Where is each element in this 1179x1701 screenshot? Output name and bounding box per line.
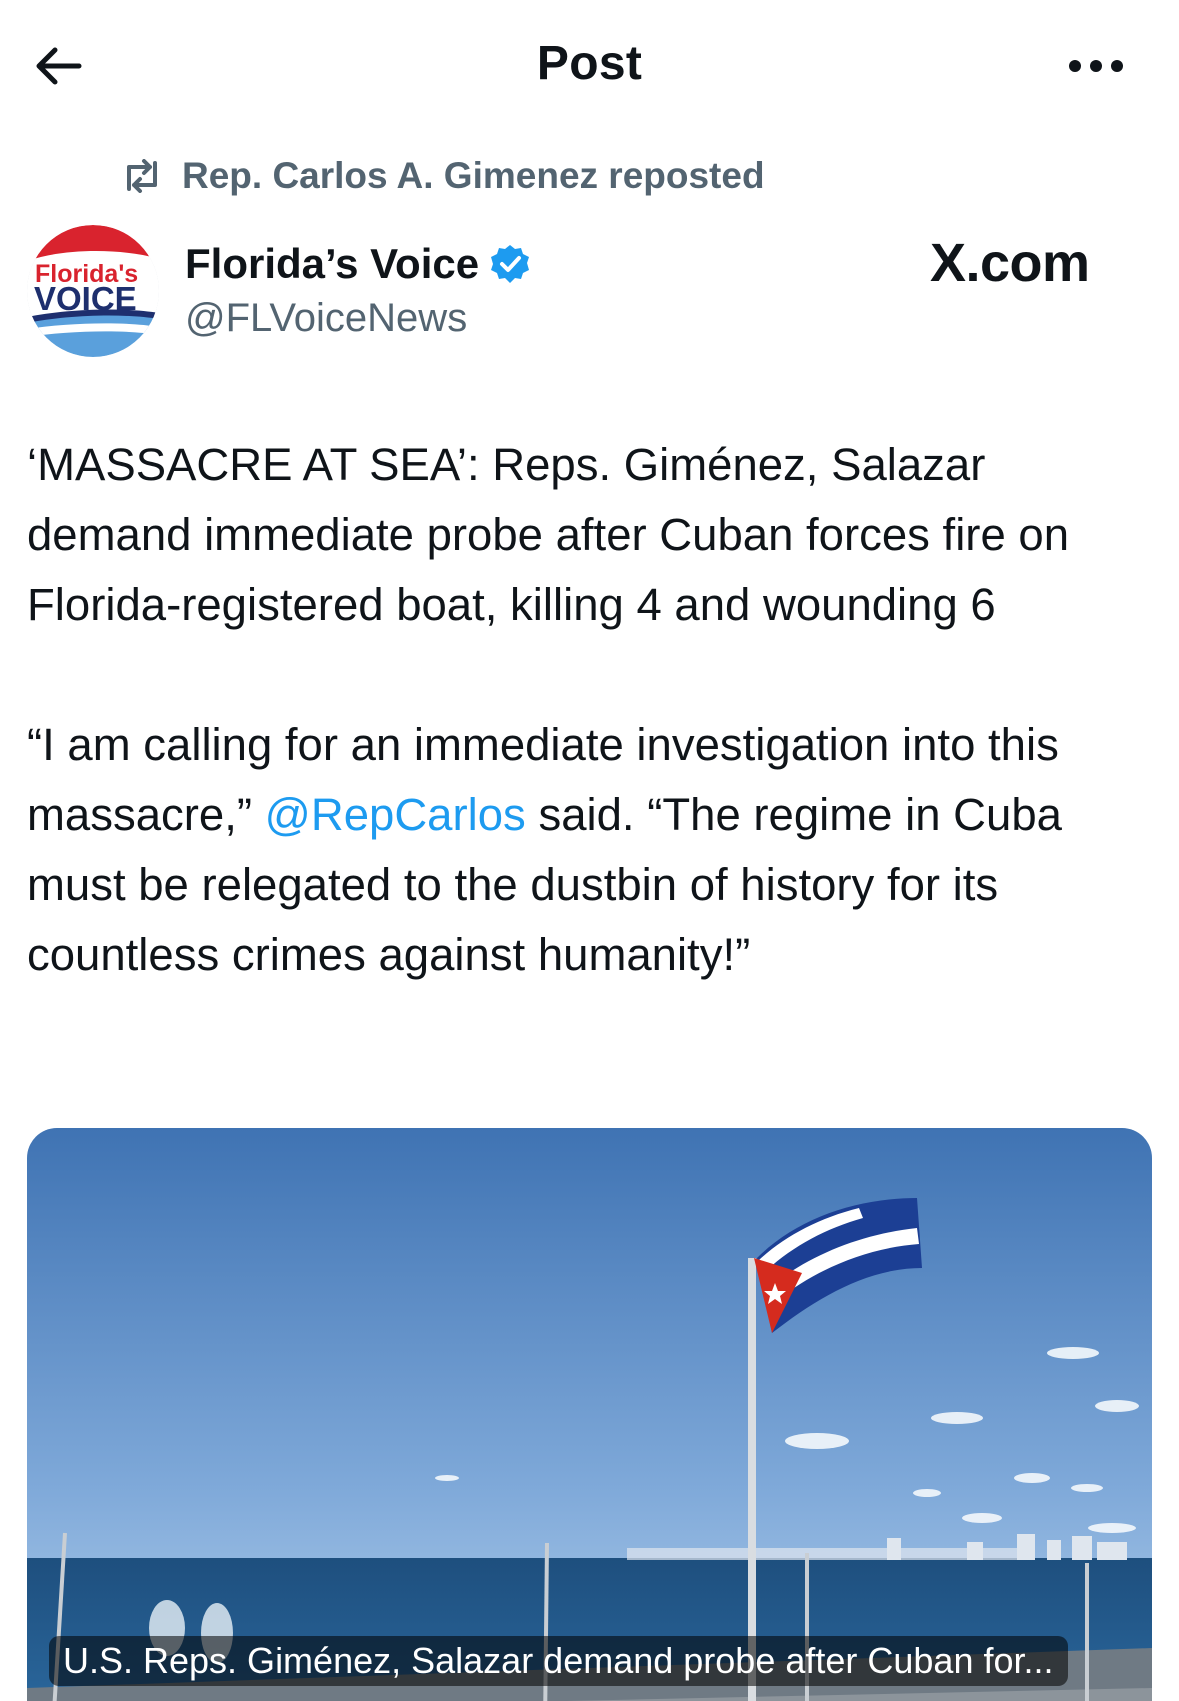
author-avatar[interactable]: Florida's VOICE <box>27 225 159 357</box>
post-text: ‘MASSACRE AT SEA’: Reps. Giménez, Salaza… <box>27 430 1157 990</box>
author-name[interactable]: Florida’s Voice <box>185 240 531 288</box>
source-watermark: X.com <box>930 233 1090 293</box>
mention-link[interactable]: @RepCarlos <box>265 789 526 840</box>
card-image <box>27 1128 1152 1701</box>
verified-badge-icon <box>489 243 531 285</box>
avatar-logo-bottom: VOICE <box>34 280 137 317</box>
author-display-name: Florida’s Voice <box>185 240 480 287</box>
post-page: Post Rep. Carlos A. Gimenez reposted Flo… <box>0 0 1179 1701</box>
post-paragraph-1: ‘MASSACRE AT SEA’: Reps. Giménez, Salaza… <box>27 439 1070 630</box>
header-bar: Post <box>0 0 1179 130</box>
more-options-button[interactable] <box>1060 46 1132 86</box>
page-title: Post <box>536 37 643 90</box>
link-card[interactable]: U.S. Reps. Giménez, Salazar demand probe… <box>27 1128 1152 1701</box>
more-horizontal-icon <box>1069 60 1123 72</box>
repost-text: Rep. Carlos A. Gimenez reposted <box>182 155 765 196</box>
post-paragraph-2: “I am calling for an immediate investiga… <box>27 710 1157 990</box>
repost-indicator[interactable]: Rep. Carlos A. Gimenez reposted <box>120 154 765 198</box>
card-caption: U.S. Reps. Giménez, Salazar demand probe… <box>49 1636 1068 1686</box>
author-handle[interactable]: @FLVoiceNews <box>185 296 467 341</box>
repost-icon <box>120 154 168 198</box>
